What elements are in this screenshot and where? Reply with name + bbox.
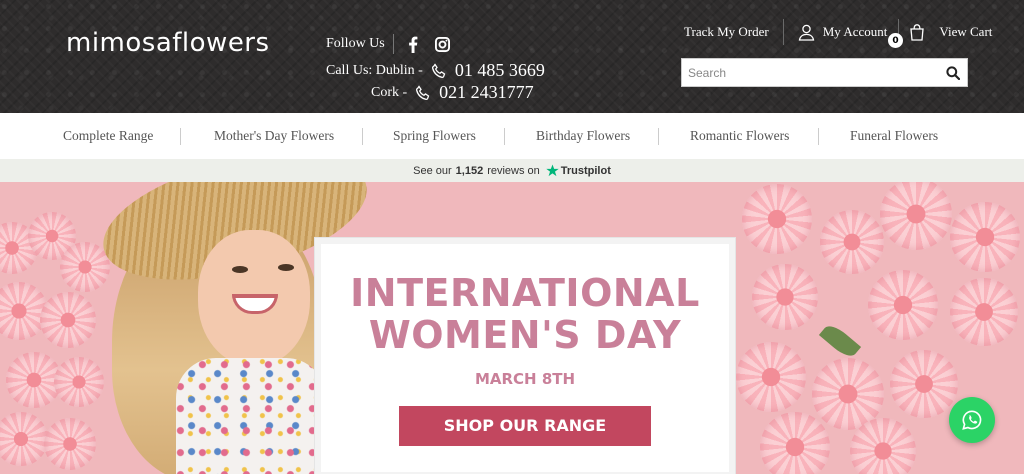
nav-spring-flowers[interactable]: Spring Flowers <box>393 128 476 144</box>
nav-funeral-flowers[interactable]: Funeral Flowers <box>850 128 938 144</box>
search-bar <box>681 58 968 87</box>
call-cork: Cork - 021 2431777 <box>371 82 534 103</box>
carnation <box>44 418 96 470</box>
promo-date: MARCH 8TH <box>474 370 576 388</box>
carnation <box>752 264 818 330</box>
track-order-link[interactable]: Track My Order <box>684 24 769 40</box>
trustpilot-star-icon <box>546 164 559 177</box>
cart-icon[interactable] <box>909 23 925 41</box>
follow-us: Follow Us <box>326 34 464 54</box>
carnation <box>60 242 110 292</box>
carnation <box>890 350 958 418</box>
whatsapp-button[interactable] <box>949 397 995 443</box>
whatsapp-icon <box>962 410 982 430</box>
divider <box>818 128 819 145</box>
search-input[interactable] <box>682 59 939 86</box>
review-count: 1,152 <box>455 164 484 177</box>
carnation <box>868 270 938 340</box>
divider <box>180 128 181 145</box>
carnation <box>54 357 104 407</box>
carnation <box>950 202 1020 272</box>
trust-prefix: See our <box>413 164 452 177</box>
cart-count-badge: 0 <box>888 33 903 48</box>
nav-birthday-flowers[interactable]: Birthday Flowers <box>536 128 630 144</box>
site-header: mimosaflowers Follow Us Call Us: Dublin … <box>0 0 1024 113</box>
phone-icon <box>431 62 447 79</box>
carnation <box>736 342 806 412</box>
view-cart-link[interactable]: View Cart <box>939 24 992 40</box>
call-cork-label: Cork - <box>371 84 408 100</box>
nav-mothers-day-flowers[interactable]: Mother's Day Flowers <box>214 128 334 144</box>
instagram-icon[interactable] <box>434 35 452 53</box>
call-dublin: Call Us: Dublin - 01 485 3669 <box>326 60 545 81</box>
follow-us-label: Follow Us <box>326 36 385 51</box>
hero-banner[interactable]: INTERNATIONAL WOMEN'S DAY MARCH 8TH SHOP… <box>0 182 1024 474</box>
user-icon[interactable] <box>798 24 815 41</box>
eye <box>278 264 294 271</box>
divider <box>782 19 784 45</box>
facebook-icon[interactable] <box>404 35 422 53</box>
search-icon[interactable] <box>939 59 967 86</box>
carnation <box>820 210 884 274</box>
cork-phone-number[interactable]: 021 2431777 <box>439 82 534 103</box>
promo-title: INTERNATIONAL WOMEN'S DAY <box>321 272 729 356</box>
trustpilot-brand: Trustpilot <box>560 164 611 177</box>
carnation <box>40 292 96 348</box>
carnation <box>950 278 1018 346</box>
eye <box>232 266 248 273</box>
call-dublin-label: Call Us: Dublin - <box>326 62 423 78</box>
carnation <box>0 412 48 466</box>
divider <box>504 128 505 145</box>
trustpilot-strip[interactable]: See our 1,152 reviews on Trustpilot <box>0 159 1024 182</box>
promo-title-line1: INTERNATIONAL <box>350 271 700 315</box>
nav-complete-range[interactable]: Complete Range <box>63 128 153 144</box>
carnation <box>742 184 812 254</box>
category-nav: Complete Range Mother's Day Flowers Spri… <box>0 113 1024 159</box>
dublin-phone-number[interactable]: 01 485 3669 <box>455 60 545 81</box>
phone-icon <box>415 84 431 101</box>
top-links: Track My Order My Account View Cart <box>684 19 992 45</box>
carnation <box>850 418 916 474</box>
floral-blouse <box>176 358 326 474</box>
divider <box>362 128 363 145</box>
site-logo[interactable]: mimosaflowers <box>66 28 270 58</box>
leaf <box>818 321 862 361</box>
my-account-link[interactable]: My Account <box>823 24 888 40</box>
carnation <box>880 182 952 250</box>
divider <box>392 34 394 54</box>
promo-card: INTERNATIONAL WOMEN'S DAY MARCH 8TH SHOP… <box>315 238 735 474</box>
trustpilot-logo[interactable]: Trustpilot <box>546 164 611 177</box>
divider <box>658 128 659 145</box>
shop-our-range-button[interactable]: SHOP OUR RANGE <box>399 406 651 446</box>
promo-title-line2: WOMEN'S DAY <box>368 313 682 357</box>
nav-romantic-flowers[interactable]: Romantic Flowers <box>690 128 789 144</box>
carnation <box>760 412 830 474</box>
trust-suffix: reviews on <box>487 164 540 177</box>
